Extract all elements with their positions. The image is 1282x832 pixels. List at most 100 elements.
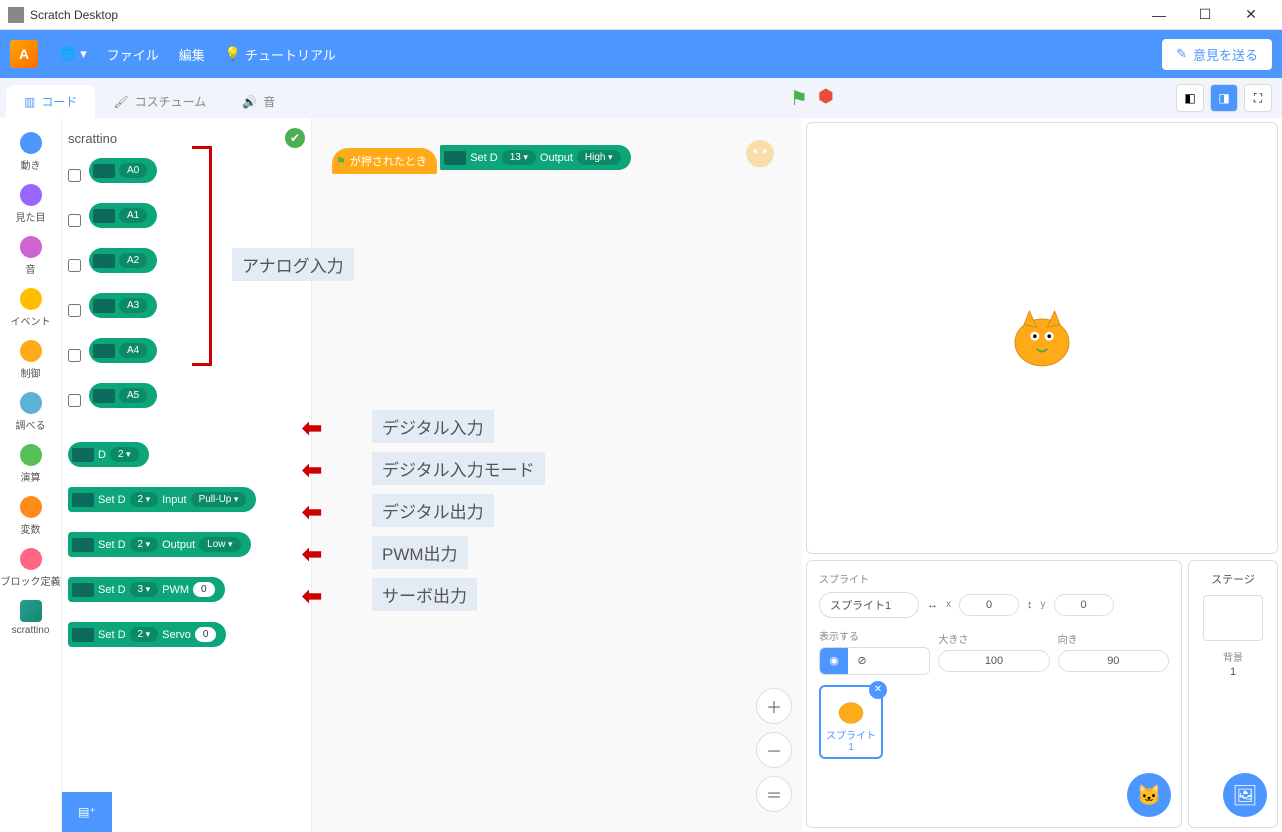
file-menu[interactable]: ファイル: [107, 45, 159, 64]
add-backdrop-button[interactable]: 🖼: [1223, 773, 1267, 817]
logo: A: [10, 40, 38, 68]
dropdown-level[interactable]: Low: [199, 537, 240, 552]
minimize-button[interactable]: —: [1136, 0, 1182, 30]
block-set-output[interactable]: Set D2OutputLow: [68, 532, 251, 557]
block-set-input-mode[interactable]: Set D2InputPull-Up: [68, 487, 256, 512]
block-analog-a5[interactable]: A5: [89, 383, 157, 408]
block-analog-a0[interactable]: A0: [89, 158, 157, 183]
sprite-thumbnail[interactable]: ✕ スプライト1: [819, 685, 883, 759]
show-sprite-button[interactable]: ◉: [820, 648, 848, 674]
sprite-direction-input[interactable]: 90: [1058, 650, 1169, 672]
dropdown-pin[interactable]: 2: [130, 492, 159, 507]
maximize-button[interactable]: ☐: [1182, 0, 1228, 30]
dropdown-level[interactable]: High: [577, 150, 621, 165]
cat-variables[interactable]: 変数: [0, 490, 61, 542]
category-column: 動き 見た目 音 イベント 制御 調べる 演算 変数 ブロック定義 scratt…: [0, 118, 62, 832]
block-analog-a1[interactable]: A1: [89, 203, 157, 228]
close-button[interactable]: ✕: [1228, 0, 1274, 30]
cat-events[interactable]: イベント: [0, 282, 61, 334]
hide-sprite-button[interactable]: ⊘: [848, 648, 876, 674]
zoom-in-button[interactable]: ＋: [756, 688, 792, 724]
lightbulb-icon: 💡: [225, 46, 241, 62]
stage[interactable]: [806, 122, 1278, 554]
cat-myblocks[interactable]: ブロック定義: [0, 542, 61, 594]
dropdown-pull[interactable]: Pull-Up: [191, 492, 247, 507]
cat-looks[interactable]: 見た目: [0, 178, 61, 230]
block-analog-a2[interactable]: A2: [89, 248, 157, 273]
tabbar: ▥コード 🖌コスチューム 🔊音 ⚑ ⬢ ◧ ◨ ⛶: [0, 78, 1282, 118]
block-set-d13-output-high[interactable]: Set D13OutputHigh: [440, 145, 630, 170]
delete-sprite-button[interactable]: ✕: [869, 681, 887, 699]
dropdown-pin[interactable]: 2: [110, 447, 139, 462]
sound-icon: 🔊: [242, 95, 257, 109]
green-flag-icon[interactable]: ⚑: [790, 86, 808, 111]
monitor-check-a4[interactable]: [68, 349, 81, 362]
fullscreen-button[interactable]: ⛶: [1244, 84, 1272, 112]
block-palette: scrattino ✔ A0 A1 A2 A3 A4 A5 D2 Set D2I…: [62, 118, 312, 832]
monitor-check-a1[interactable]: [68, 214, 81, 227]
small-stage-button[interactable]: ◧: [1176, 84, 1204, 112]
block-analog-a4[interactable]: A4: [89, 338, 157, 363]
stage-header: ステージ: [1195, 571, 1271, 587]
cat-operators[interactable]: 演算: [0, 438, 61, 490]
annotation-bracket: [192, 146, 212, 366]
add-extension-button[interactable]: ▤⁺: [62, 792, 112, 832]
sprite-size-input[interactable]: 100: [938, 650, 1049, 672]
zoom-reset-button[interactable]: ＝: [756, 776, 792, 812]
menubar: A 🌐▾ ファイル 編集 💡チュートリアル ✎意見を送る: [0, 30, 1282, 78]
code-icon: ▥: [24, 95, 35, 109]
monitor-check-a3[interactable]: [68, 304, 81, 317]
input-pwm-value[interactable]: 0: [193, 582, 215, 597]
sprite-y-input[interactable]: 0: [1054, 594, 1114, 616]
annotation-dread: デジタル入力: [372, 410, 494, 443]
block-analog-a3[interactable]: A3: [89, 293, 157, 318]
app-icon: [8, 7, 24, 23]
brush-icon: 🖌: [113, 95, 128, 109]
dropdown-pin[interactable]: 3: [130, 582, 159, 597]
language-menu[interactable]: 🌐▾: [60, 46, 87, 62]
zoom-out-button[interactable]: －: [756, 732, 792, 768]
large-stage-button[interactable]: ◨: [1210, 84, 1238, 112]
tab-sounds[interactable]: 🔊音: [224, 85, 293, 118]
annotation-arrow: ⬅: [302, 498, 322, 527]
annotation-arrow: ⬅: [302, 456, 322, 485]
dropdown-pin[interactable]: 2: [130, 627, 159, 642]
monitor-check-a0[interactable]: [68, 169, 81, 182]
tab-code[interactable]: ▥コード: [6, 85, 95, 118]
block-set-servo[interactable]: Set D2Servo0: [68, 622, 226, 647]
block-set-pwm[interactable]: Set D3PWM0: [68, 577, 225, 602]
annotation-dmode: デジタル入力モード: [372, 452, 545, 485]
block-when-flag-clicked[interactable]: ⚑が押されたとき: [332, 148, 437, 174]
input-servo-value[interactable]: 0: [195, 627, 217, 642]
cat-control[interactable]: 制御: [0, 334, 61, 386]
script-canvas[interactable]: アナログ入力 ⬅ デジタル入力 ⬅ デジタル入力モード ⬅ デジタル出力 ⬅ P…: [312, 118, 802, 832]
globe-icon: 🌐: [60, 46, 76, 62]
annotation-arrow: ⬅: [302, 540, 322, 569]
palette-ext-title: scrattino: [68, 131, 117, 146]
monitor-check-a2[interactable]: [68, 259, 81, 272]
add-sprite-button[interactable]: 🐱: [1127, 773, 1171, 817]
cat-sound[interactable]: 音: [0, 230, 61, 282]
sprite-info-panel: スプライト スプライト1 ↔ x 0 ↕ y 0 表示する ◉ ⊘: [806, 560, 1182, 828]
sprite-name-input[interactable]: スプライト1: [819, 592, 919, 618]
stage-info-panel: ステージ 背景 1 🖼: [1188, 560, 1278, 828]
block-digital-read[interactable]: D2: [68, 442, 149, 467]
cat-sensing[interactable]: 調べる: [0, 386, 61, 438]
sprite-x-input[interactable]: 0: [959, 594, 1019, 616]
cat-scrattino[interactable]: scrattino: [0, 594, 61, 642]
dropdown-pin[interactable]: 2: [130, 537, 159, 552]
annotation-arrow: ⬅: [302, 582, 322, 611]
backdrop-thumbnail[interactable]: [1203, 595, 1263, 641]
cat-motion[interactable]: 動き: [0, 126, 61, 178]
dropdown-pin[interactable]: 13: [502, 150, 536, 165]
sprite-watermark: [736, 132, 784, 180]
tab-costumes[interactable]: 🖌コスチューム: [95, 85, 224, 118]
arrows-h-icon: ↔: [927, 599, 938, 611]
feedback-button[interactable]: ✎意見を送る: [1162, 39, 1272, 70]
pencil-icon: ✎: [1176, 46, 1187, 62]
tutorials-menu[interactable]: 💡チュートリアル: [225, 45, 336, 64]
backdrop-count: 1: [1195, 666, 1271, 678]
stop-icon[interactable]: ⬢: [818, 86, 834, 111]
monitor-check-a5[interactable]: [68, 394, 81, 407]
edit-menu[interactable]: 編集: [179, 45, 205, 64]
